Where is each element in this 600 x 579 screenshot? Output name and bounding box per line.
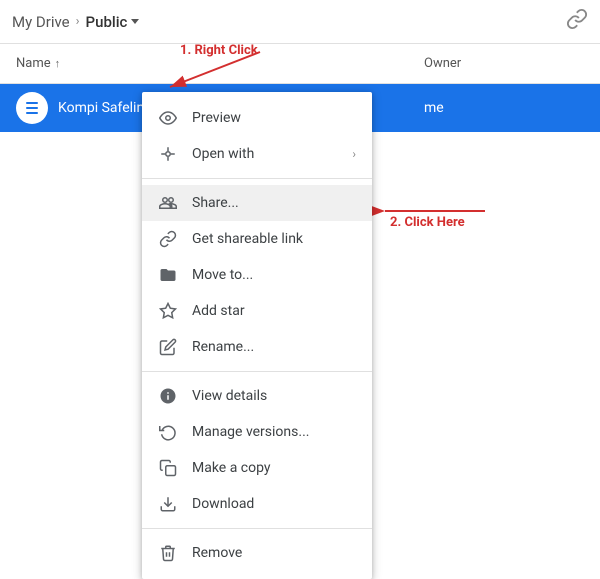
preview-label: Preview <box>192 110 356 126</box>
download-label: Download <box>192 496 356 512</box>
current-folder[interactable]: Public <box>86 13 140 31</box>
view-details-label: View details <box>192 388 356 404</box>
divider-2 <box>142 371 372 372</box>
menu-item-rename[interactable]: Rename... <box>142 329 372 365</box>
manage-versions-label: Manage versions... <box>192 424 356 440</box>
annotation-step2: 2. Click Here <box>370 196 490 230</box>
menu-item-make-copy[interactable]: Make a copy <box>142 450 372 486</box>
mydrive-link[interactable]: My Drive <box>12 13 70 31</box>
owner-column-header: Owner <box>424 56 584 71</box>
menu-item-preview[interactable]: Preview <box>142 100 372 136</box>
open-with-icon <box>158 144 178 164</box>
open-with-label: Open with <box>192 146 338 162</box>
menu-item-get-link[interactable]: Get shareable link <box>142 221 372 257</box>
menu-item-open-with[interactable]: Open with › <box>142 136 372 172</box>
breadcrumb: My Drive › Public <box>12 13 139 31</box>
header: My Drive › Public <box>0 0 600 44</box>
move-to-label: Move to... <box>192 267 356 283</box>
header-link-icon[interactable] <box>566 8 588 35</box>
trash-icon <box>158 543 178 563</box>
menu-item-remove[interactable]: Remove <box>142 535 372 571</box>
menu-item-manage-versions[interactable]: Manage versions... <box>142 414 372 450</box>
get-link-label: Get shareable link <box>192 231 356 247</box>
menu-item-share[interactable]: Share... <box>142 185 372 221</box>
folder-icon <box>158 265 178 285</box>
chevron-down-icon <box>131 19 139 24</box>
rename-icon <box>158 337 178 357</box>
remove-label: Remove <box>192 545 356 561</box>
name-column-header[interactable]: Name ↑ <box>16 56 424 71</box>
menu-item-view-details[interactable]: View details <box>142 378 372 414</box>
eye-icon <box>158 108 178 128</box>
open-with-arrow: › <box>352 147 356 161</box>
sort-icon: ↑ <box>55 57 61 70</box>
share-label: Share... <box>192 195 356 211</box>
info-icon <box>158 386 178 406</box>
breadcrumb-separator: › <box>76 14 80 29</box>
divider-1 <box>142 178 372 179</box>
divider-3 <box>142 528 372 529</box>
menu-item-move-to[interactable]: Move to... <box>142 257 372 293</box>
menu-item-download[interactable]: Download <box>142 486 372 522</box>
make-copy-label: Make a copy <box>192 460 356 476</box>
rename-label: Rename... <box>192 339 356 355</box>
add-star-label: Add star <box>192 303 356 319</box>
link-icon <box>158 229 178 249</box>
file-owner: me <box>424 100 584 116</box>
column-headers: Name ↑ Owner <box>0 44 600 84</box>
copy-icon <box>158 458 178 478</box>
svg-text:2. Click Here: 2. Click Here <box>390 215 465 230</box>
context-menu: Preview Open with › Share... Get <box>142 92 372 579</box>
share-icon <box>158 193 178 213</box>
download-icon <box>158 494 178 514</box>
file-icon <box>16 92 48 124</box>
menu-item-add-star[interactable]: Add star <box>142 293 372 329</box>
star-icon <box>158 301 178 321</box>
history-icon <box>158 422 178 442</box>
